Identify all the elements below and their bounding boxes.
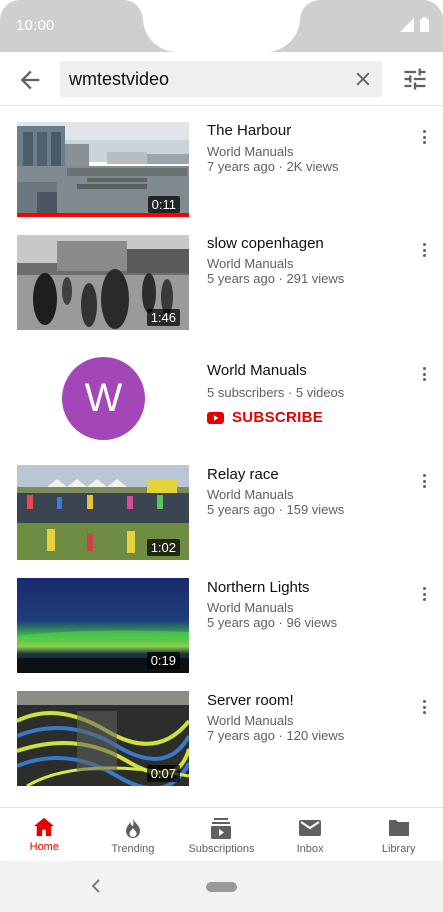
video-title[interactable]: Northern Lights (207, 579, 310, 596)
video-channel: World Manuals (207, 487, 294, 502)
video-result[interactable]: 1:46 slow copenhagen World Manuals 5 yea… (0, 220, 443, 332)
channel-avatar[interactable]: W (62, 357, 145, 440)
video-thumbnail[interactable]: 0:11 (17, 122, 189, 217)
inbox-icon (299, 820, 322, 836)
video-meta: 5 years ago · 291 views (207, 271, 345, 286)
video-duration: 0:19 (146, 652, 180, 669)
more-options-icon[interactable] (418, 127, 430, 147)
nav-label: Subscriptions (188, 843, 255, 855)
search-query: wmtestvideo (69, 69, 170, 89)
search-input[interactable]: wmtestvideo (60, 61, 382, 97)
video-channel: World Manuals (207, 256, 294, 271)
avatar-letter: W (84, 376, 123, 420)
video-meta: 5 years ago · 96 views (207, 615, 338, 630)
video-result[interactable]: 1:02 Relay race World Manuals 5 years ag… (0, 450, 443, 562)
subscribe-label: SUBSCRIBE (232, 409, 324, 426)
video-title[interactable]: Server room! (207, 692, 294, 709)
signal-icon (400, 17, 414, 32)
video-duration: 1:02 (146, 539, 180, 556)
close-icon (356, 72, 370, 86)
video-result[interactable]: 0:11 The Harbour World Manuals 7 years a… (0, 107, 443, 219)
video-duration: 0:11 (147, 196, 180, 213)
video-thumbnail[interactable]: 0:19 (17, 578, 189, 673)
video-channel: World Manuals (207, 713, 294, 728)
bottom-navigation: Home Trending Subscriptions Inbox Librar… (0, 807, 443, 861)
more-options-icon[interactable] (418, 584, 430, 604)
back-arrow-icon (20, 70, 40, 90)
video-meta: 7 years ago · 2K views (207, 159, 339, 174)
video-result[interactable]: 0:07 Server room! World Manuals 7 years … (0, 676, 443, 788)
video-thumbnail[interactable]: 1:02 (17, 465, 189, 560)
home-icon (34, 817, 55, 837)
video-channel: World Manuals (207, 600, 294, 615)
video-thumbnail[interactable]: 1:46 (17, 235, 189, 330)
filter-sliders-icon (404, 68, 426, 90)
system-home-button[interactable] (206, 882, 237, 892)
nav-inbox[interactable]: Inbox (266, 808, 355, 861)
video-duration: 1:46 (146, 309, 180, 326)
system-back-button[interactable] (91, 879, 101, 898)
more-options-icon[interactable] (418, 240, 430, 260)
video-duration: 0:07 (146, 765, 180, 782)
video-title[interactable]: slow copenhagen (207, 235, 324, 252)
nav-trending[interactable]: Trending (89, 808, 178, 861)
back-button[interactable] (16, 66, 44, 94)
more-options-icon[interactable] (418, 364, 430, 384)
chevron-left-icon (91, 879, 100, 893)
system-navigation-bar (0, 861, 443, 912)
nav-label: Library (381, 843, 416, 855)
nav-label: Inbox (296, 843, 324, 855)
trending-icon (125, 818, 140, 838)
library-icon (388, 820, 409, 836)
more-options-icon[interactable] (418, 471, 430, 491)
video-title[interactable]: The Harbour (207, 122, 291, 139)
search-header: wmtestvideo (0, 52, 443, 106)
video-thumbnail[interactable]: 0:07 (17, 691, 189, 786)
nav-library[interactable]: Library (354, 808, 443, 861)
nav-label: Home (29, 841, 59, 853)
filter-button[interactable] (401, 65, 429, 93)
nav-home[interactable]: Home (0, 808, 89, 861)
battery-icon (420, 17, 429, 32)
status-time: 10:00 (16, 17, 55, 34)
video-meta: 5 years ago · 159 views (207, 502, 345, 517)
channel-name[interactable]: World Manuals (207, 362, 307, 379)
video-result[interactable]: 0:19 Northern Lights World Manuals 5 yea… (0, 563, 443, 675)
youtube-logo-icon (207, 411, 224, 424)
channel-meta: 5 subscribers · 5 videos (207, 385, 345, 400)
more-options-icon[interactable] (418, 697, 430, 717)
subscriptions-icon (211, 818, 232, 839)
camera-notch (143, 0, 300, 52)
video-meta: 7 years ago · 120 views (207, 728, 345, 743)
subscribe-button[interactable]: SUBSCRIBE (207, 409, 323, 426)
video-title[interactable]: Relay race (207, 466, 279, 483)
nav-label: Trending (111, 843, 155, 855)
clear-search-button[interactable] (352, 68, 374, 90)
video-channel: World Manuals (207, 144, 294, 159)
nav-subscriptions[interactable]: Subscriptions (177, 808, 266, 861)
watch-progress-bar (17, 213, 189, 217)
status-bar: 10:00 (0, 0, 443, 52)
